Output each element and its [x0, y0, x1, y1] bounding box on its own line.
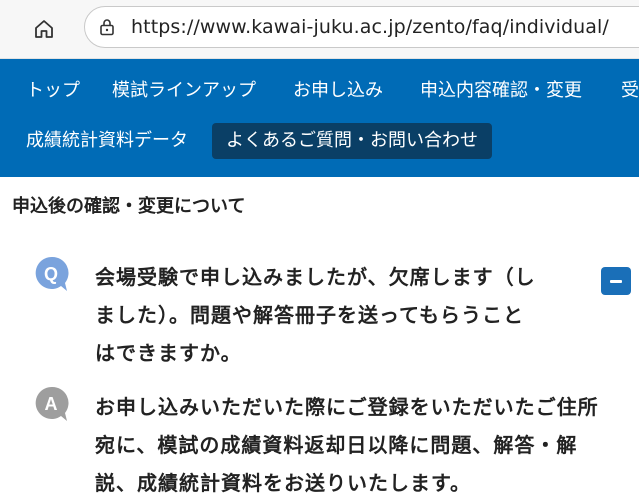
home-icon: [35, 20, 53, 38]
question-line: 会場受験で申し込みましたが、欠席します（し: [95, 265, 536, 289]
answer-text: お申し込みいただいた際にご登録をいただいたご住所 宛に、模試の成績資料返却日以降…: [95, 388, 625, 502]
nav-item-truncated[interactable]: 受: [621, 73, 639, 109]
question-badge-letter: Q: [44, 264, 58, 284]
url-text: https://www.kawai-juku.ac.jp/zento/faq/i…: [131, 16, 609, 38]
address-bar[interactable]: https://www.kawai-juku.ac.jp/zento/faq/i…: [84, 6, 639, 48]
answer-badge-letter: A: [45, 394, 58, 414]
question-line: ました）。問題や解答冊子を送ってもらうこと: [95, 303, 524, 327]
collapse-toggle-button[interactable]: [601, 267, 631, 295]
nav-item-top[interactable]: トップ: [26, 73, 80, 109]
minus-icon: [610, 279, 622, 283]
home-button[interactable]: [27, 12, 61, 46]
answer-line: 宛に、模試の成績資料返却日以降に問題、解答・解: [95, 433, 578, 457]
browser-toolbar: https://www.kawai-juku.ac.jp/zento/faq/i…: [0, 0, 639, 59]
question-line: はできますか。: [95, 341, 242, 365]
answer-line: 説、成績統計資料をお送りいたします。: [95, 471, 471, 495]
answer-badge-icon: A: [35, 386, 69, 421]
answer-line: お申し込みいただいた際にご登録をいただいたご住所: [95, 395, 599, 419]
section-title: 申込後の確認・変更について: [12, 196, 246, 217]
nav-item-lineup[interactable]: 模試ラインアップ: [112, 73, 256, 109]
site-nav: トップ 模試ラインアップ お申し込み 申込内容確認・変更 受 成績統計資料データ…: [0, 59, 639, 177]
question-badge-icon: Q: [35, 256, 69, 291]
nav-item-apply[interactable]: お申し込み: [293, 73, 383, 109]
lock-icon: [97, 17, 117, 37]
question-text: 会場受験で申し込みましたが、欠席します（し ました）。問題や解答冊子を送ってもら…: [95, 258, 595, 372]
nav-item-confirm-change[interactable]: 申込内容確認・変更: [420, 73, 582, 109]
nav-item-faq-contact[interactable]: よくあるご質問・お問い合わせ: [212, 123, 492, 159]
nav-item-statistics[interactable]: 成績統計資料データ: [26, 123, 188, 159]
